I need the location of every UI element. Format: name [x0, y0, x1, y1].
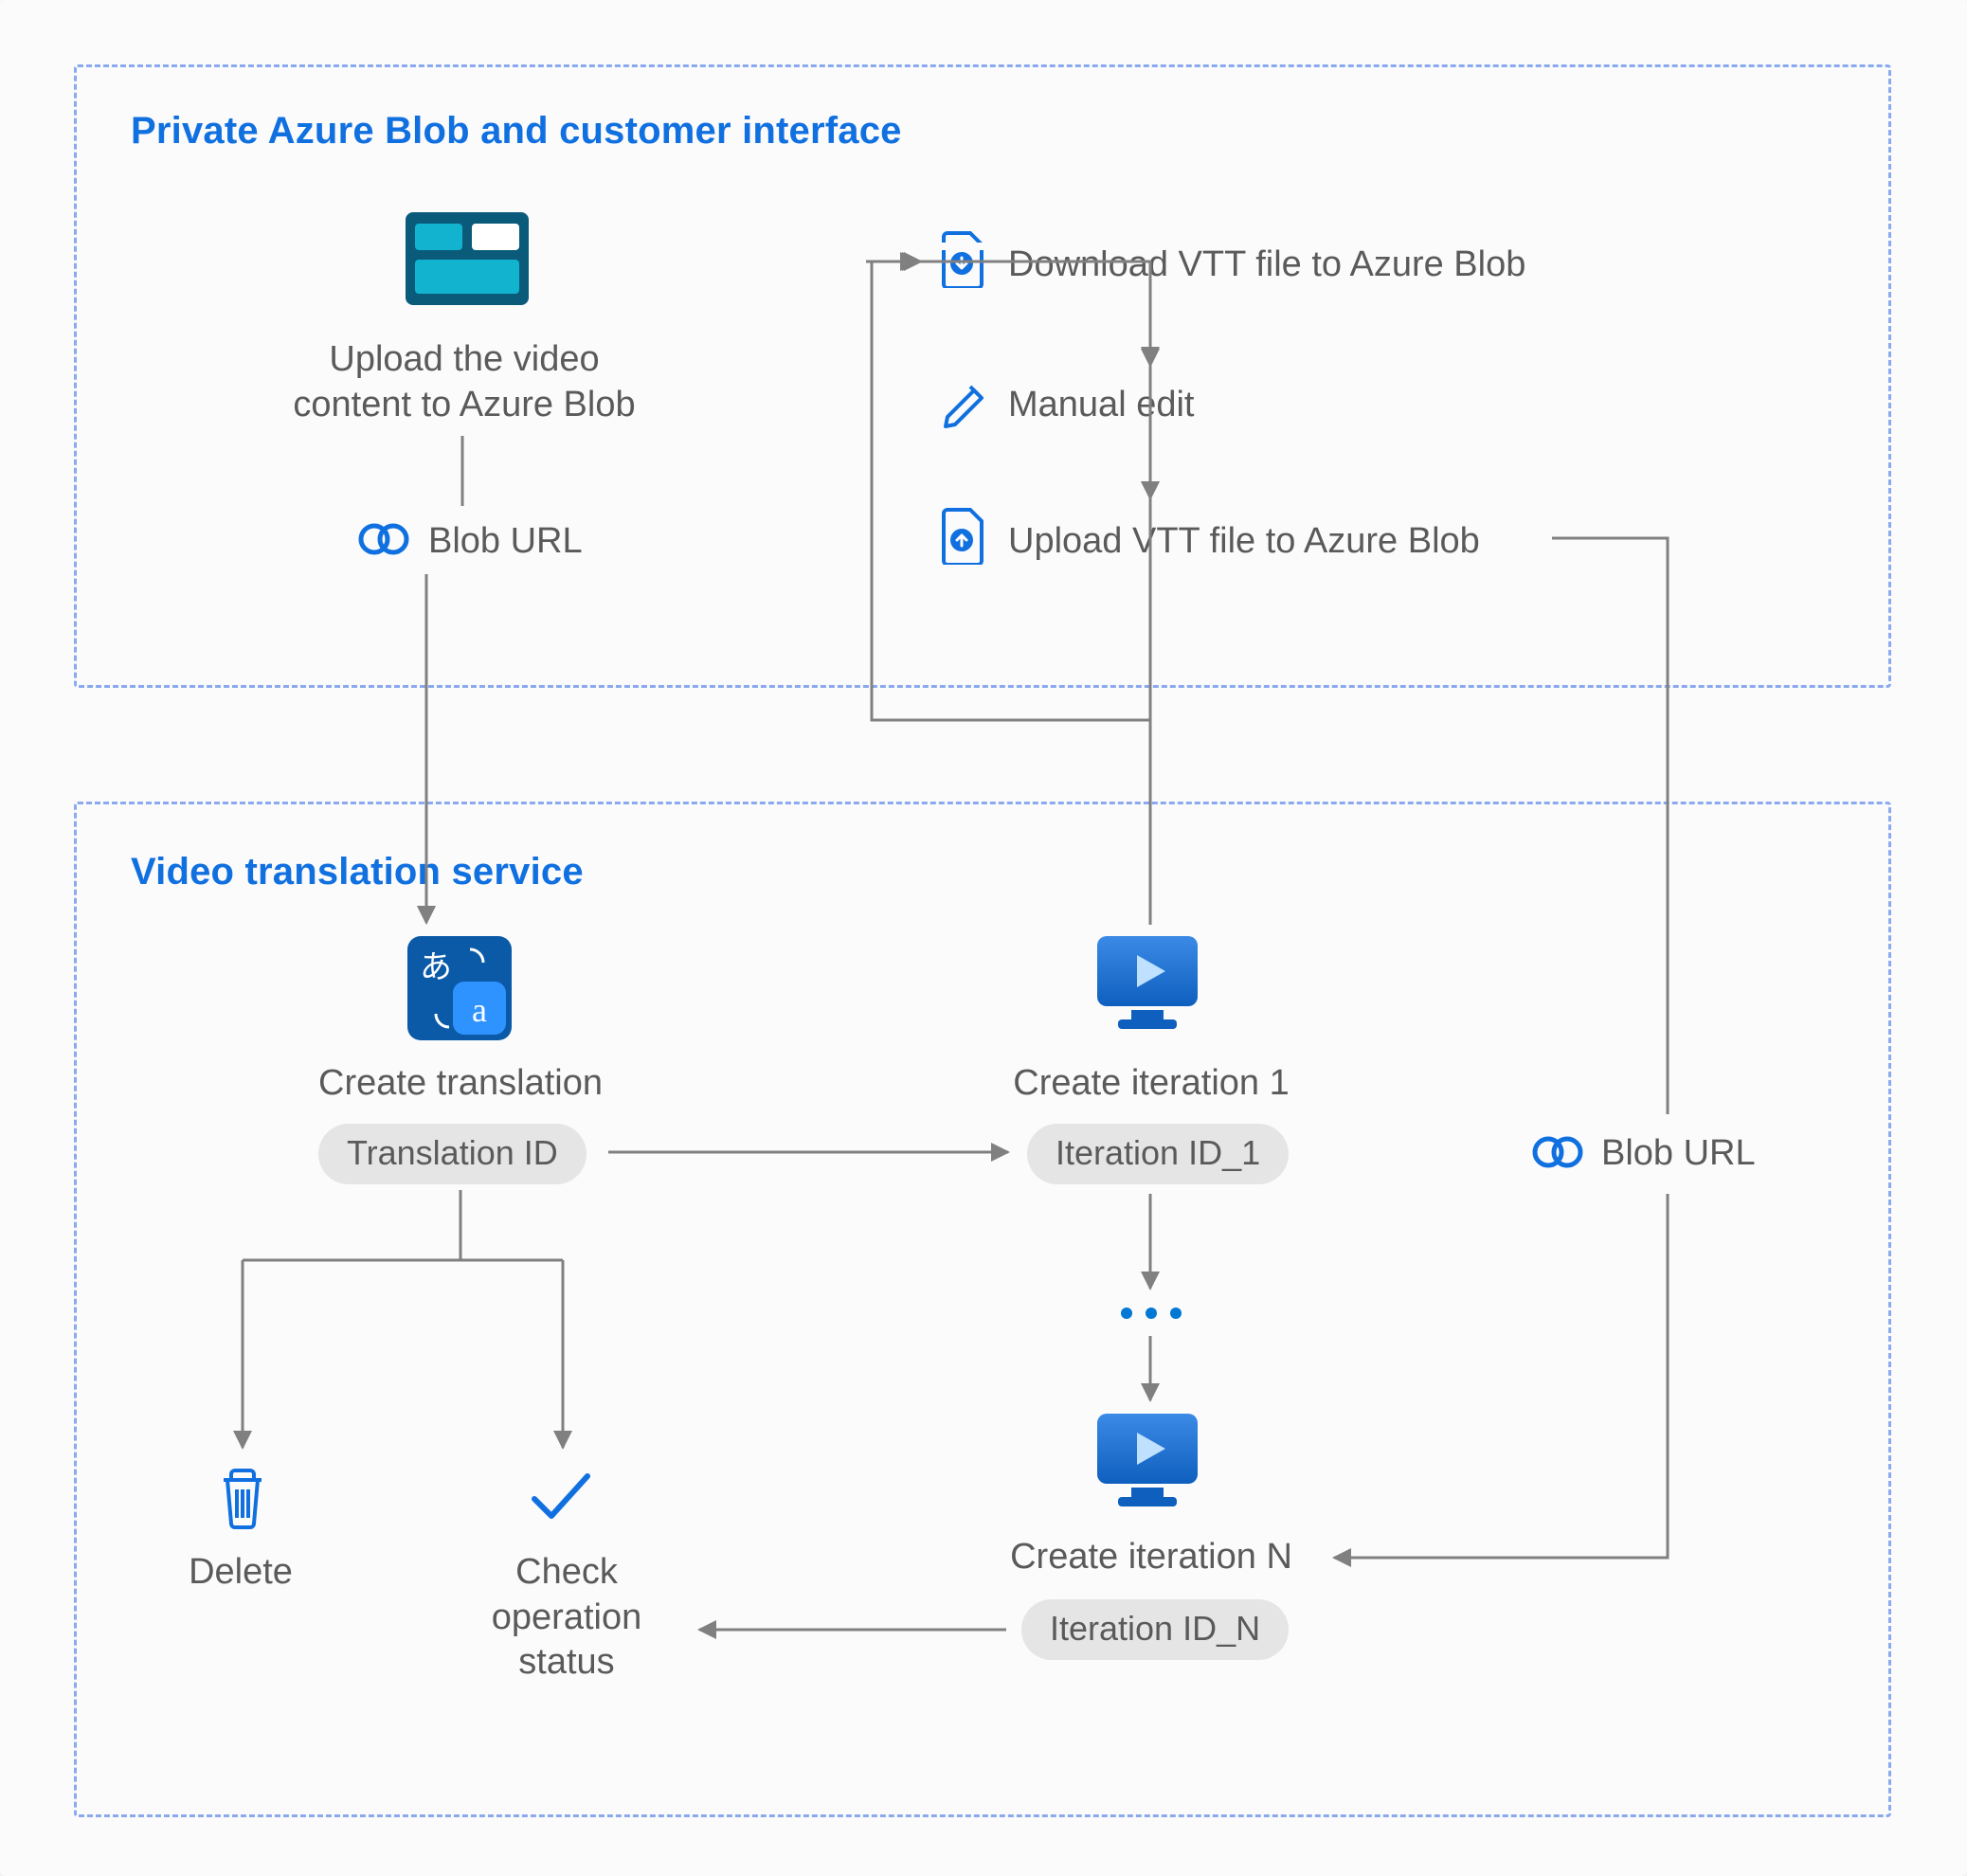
translate-icon: あ a: [407, 936, 512, 1040]
download-vtt-text: Download VTT file to Azure Blob: [1008, 243, 1525, 288]
create-iter1-text: Create iteration 1: [985, 1061, 1317, 1107]
iter1-id-pill: Iteration ID_1: [1027, 1124, 1289, 1184]
upload-text: Upload the video content to Azure Blob: [265, 337, 663, 427]
pencil-icon: [938, 375, 991, 428]
svg-text:あ: あ: [420, 950, 452, 985]
section-bottom-title: Video translation service: [131, 851, 584, 893]
link-icon-2: [1529, 1129, 1586, 1175]
blob-url-top: Blob URL: [428, 519, 583, 565]
upload-file-icon: [938, 508, 985, 565]
section-bottom: [74, 802, 1891, 1817]
check-icon: [527, 1467, 597, 1527]
itern-id-pill: Iteration ID_N: [1021, 1599, 1289, 1660]
ellipsis-icon: [1121, 1308, 1182, 1319]
download-file-icon: [938, 231, 985, 288]
translation-id-pill: Translation ID: [318, 1124, 586, 1184]
delete-text: Delete: [165, 1550, 316, 1596]
manual-edit-text: Manual edit: [1008, 383, 1194, 428]
check-status-text: Check operation status: [453, 1550, 680, 1686]
section-top-title: Private Azure Blob and customer interfac…: [131, 110, 902, 153]
create-translation-text: Create translation: [280, 1061, 641, 1107]
upload-vtt-text: Upload VTT file to Azure Blob: [1008, 519, 1480, 565]
trash-icon: [212, 1463, 273, 1531]
monitor-play-icon-1: [1095, 934, 1200, 1033]
monitor-play-icon-n: [1095, 1412, 1200, 1510]
diagram-canvas: Private Azure Blob and customer interfac…: [0, 0, 1967, 1876]
link-icon: [355, 516, 412, 562]
media-icon: [406, 212, 529, 305]
create-itern-text: Create iteration N: [985, 1535, 1317, 1580]
blob-url-bottom: Blob URL: [1601, 1131, 1756, 1177]
svg-text:a: a: [472, 991, 487, 1029]
